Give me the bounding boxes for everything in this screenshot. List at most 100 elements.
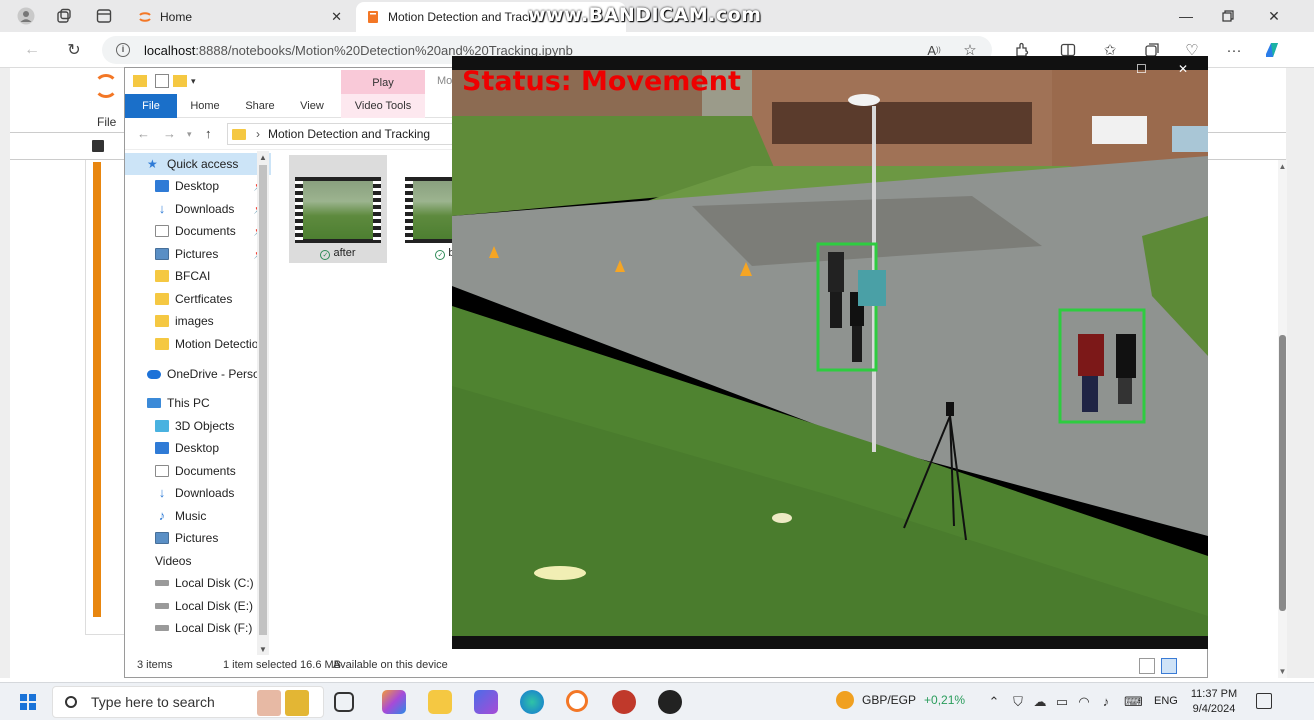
recent-locations-icon[interactable]: ▾ — [187, 129, 192, 140]
nav-item-music[interactable]: ♪ Music — [125, 505, 271, 527]
windows-start-icon[interactable] — [20, 694, 36, 710]
refresh-icon[interactable]: ↻ — [64, 40, 84, 60]
workspaces-icon[interactable] — [54, 6, 74, 26]
nav-item-onedrive-persor[interactable]: OneDrive - Persor — [125, 363, 271, 385]
nav-item-local-disk-c[interactable]: Local Disk (C:) — [125, 572, 271, 594]
jupyter-logo-icon[interactable] — [94, 74, 118, 98]
folder-icon — [133, 75, 147, 87]
site-info-icon[interactable]: i — [116, 43, 130, 57]
nav-item-videos[interactable]: Videos — [125, 550, 271, 572]
task-view-icon[interactable] — [334, 692, 354, 712]
jupyter-menu-file[interactable]: File — [97, 115, 116, 129]
nav-item-label: Local Disk (C:) — [175, 576, 254, 590]
volume-icon[interactable]: ♪ — [1098, 694, 1114, 710]
scroll-up-icon[interactable]: ▲ — [1278, 162, 1287, 171]
nav-scroll-down-icon[interactable]: ▼ — [257, 645, 269, 654]
close-window-icon[interactable]: ✕ — [1262, 6, 1286, 26]
nav-item-images[interactable]: images — [125, 310, 271, 332]
back-icon[interactable]: ← — [22, 40, 42, 60]
recorder-taskbar-icon[interactable] — [612, 690, 636, 714]
system-clock[interactable]: 11:37 PM 9/4/2024 — [1190, 687, 1238, 717]
security-icon[interactable]: ⛉ — [1010, 694, 1026, 710]
nav-item-pictures[interactable]: Pictures📌 — [125, 243, 271, 265]
keyboard-icon[interactable]: ⌨ — [1124, 694, 1143, 710]
cloud-sync-icon[interactable]: ☁ — [1032, 694, 1048, 710]
properties-icon[interactable] — [155, 74, 169, 88]
ribbon-tab-file[interactable]: File — [125, 94, 177, 118]
path-segment[interactable]: Motion Detection and Tracking — [268, 127, 430, 141]
ribbon-tab-view[interactable]: View — [291, 94, 333, 118]
show-hidden-icons-icon[interactable]: ⌃ — [986, 694, 1002, 710]
file-item-after[interactable]: ✓ after — [289, 155, 387, 263]
nav-scroll-up-icon[interactable]: ▲ — [257, 153, 269, 162]
search-highlight-icon[interactable] — [257, 690, 313, 716]
page-scrollbar[interactable]: ▲ ▼ — [1278, 160, 1287, 678]
nav-item-pictures[interactable]: Pictures — [125, 527, 271, 549]
ticker-widget[interactable]: GBP/EGP +0,21% — [836, 691, 965, 709]
file-explorer-taskbar-icon[interactable] — [428, 690, 452, 714]
taskbar-search-input[interactable]: Type here to search — [52, 686, 324, 718]
ribbon-tab-video-tools[interactable]: Video Tools — [341, 94, 425, 118]
tab-home-label: Home — [160, 10, 193, 24]
up-folder-icon[interactable]: ↑ — [205, 126, 212, 141]
nav-item-local-disk-e[interactable]: Local Disk (E:) — [125, 595, 271, 617]
play-contextual-tab[interactable]: Play — [341, 70, 425, 96]
restore-icon[interactable] — [1216, 6, 1240, 26]
nav-item-downloads[interactable]: ↓ Downloads — [125, 482, 271, 504]
nav-item-desktop[interactable]: Desktop — [125, 437, 271, 459]
copilot-taskbar-icon[interactable] — [382, 690, 406, 714]
minimize-icon[interactable]: — — [1174, 6, 1198, 26]
details-view-icon[interactable] — [1139, 658, 1155, 674]
nav-item-desktop[interactable]: Desktop📌 — [125, 175, 271, 197]
save-notebook-icon[interactable] — [92, 140, 104, 152]
ticker-icon — [836, 691, 854, 709]
nav-item-downloads[interactable]: ↓Downloads📌 — [125, 198, 271, 220]
nav-item-documents[interactable]: Documents📌 — [125, 220, 271, 242]
ribbon-tab-home[interactable]: Home — [183, 94, 227, 118]
media-player-taskbar-icon[interactable] — [658, 690, 682, 714]
page-scroll-thumb[interactable] — [1279, 335, 1286, 611]
file-name: after — [333, 247, 356, 259]
path-chevron-icon[interactable]: › — [256, 127, 260, 141]
scroll-down-icon[interactable]: ▼ — [1278, 667, 1287, 676]
explorer-forward-icon[interactable]: → — [163, 126, 176, 141]
folder-icon — [155, 315, 169, 327]
music-icon: ♪ — [158, 508, 166, 523]
nav-item-motion-detectio[interactable]: Motion Detectio — [125, 333, 271, 355]
new-folder-icon[interactable] — [173, 75, 187, 87]
nav-item-documents[interactable]: Documents — [125, 460, 271, 482]
video-close-icon[interactable]: ✕ — [1178, 62, 1188, 76]
explorer-back-icon[interactable]: ← — [137, 126, 150, 141]
ribbon-tab-share[interactable]: Share — [237, 94, 283, 118]
input-language[interactable]: ENG — [1154, 695, 1178, 707]
tab-actions-icon[interactable] — [94, 6, 114, 26]
nav-item-quick-access[interactable]: ★ Quick access — [125, 153, 271, 175]
nav-scroll-thumb[interactable] — [259, 165, 267, 635]
nav-item-label: OneDrive - Persor — [167, 367, 264, 381]
large-icons-view-icon[interactable] — [1161, 658, 1177, 674]
tab-home[interactable]: Home ✕ — [128, 2, 352, 32]
customize-toolbar-icon[interactable]: ▾ — [191, 74, 205, 88]
edge-taskbar-icon[interactable] — [520, 690, 544, 714]
notifications-icon[interactable] — [1256, 693, 1272, 709]
nav-item-local-disk-f[interactable]: Local Disk (F:) — [125, 617, 271, 639]
profile-icon[interactable] — [16, 6, 36, 26]
explorer-path-input[interactable]: › Motion Detection and Tracking — [227, 123, 487, 145]
jupyter-taskbar-icon[interactable] — [566, 690, 588, 712]
loop-app-icon[interactable] — [474, 690, 498, 714]
nav-item-3d-objects[interactable]: 3D Objects — [125, 415, 271, 437]
battery-icon[interactable]: ▭ — [1054, 694, 1070, 710]
item-count: 3 items — [137, 659, 173, 671]
more-options-icon[interactable]: ··· — [1224, 40, 1244, 60]
nav-item-certficates[interactable]: Certficates — [125, 288, 271, 310]
surveillance-frame — [452, 56, 1208, 649]
navigation-scrollbar[interactable]: ▲ ▼ — [257, 151, 269, 656]
copilot-icon[interactable] — [1262, 40, 1282, 60]
nav-item-this-pc[interactable]: This PC — [125, 392, 271, 414]
video-maximize-icon[interactable]: ☐ — [1136, 62, 1147, 76]
close-tab-icon[interactable]: ✕ — [331, 9, 342, 25]
download-icon: ↓ — [158, 485, 166, 500]
wifi-icon[interactable]: ◠ — [1076, 694, 1092, 710]
nav-item-bfcai[interactable]: BFCAI — [125, 265, 271, 287]
path-folder-icon — [232, 128, 246, 140]
